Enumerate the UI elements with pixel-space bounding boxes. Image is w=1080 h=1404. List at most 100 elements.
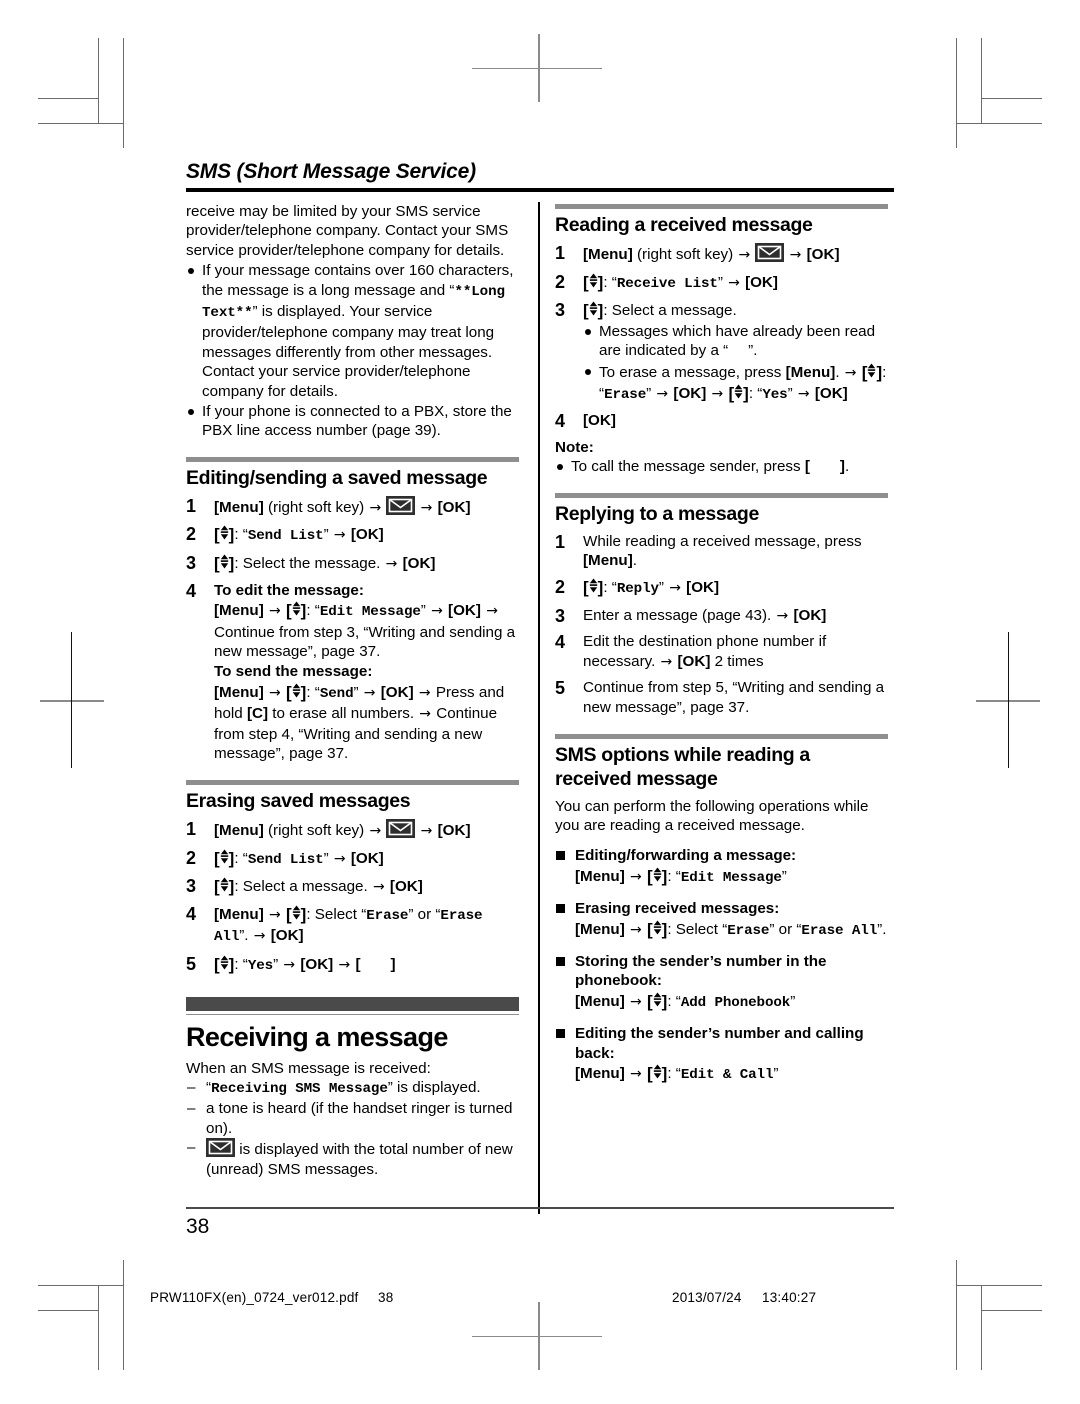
- key-label: [OK]: [350, 526, 384, 544]
- heading-reading-received: Reading a received message: [555, 214, 813, 236]
- text-run: (right soft key): [263, 822, 369, 839]
- arrow-icon: →: [269, 906, 281, 923]
- list-item: is displayed with the total number of ne…: [186, 1138, 519, 1179]
- crop-mark-tr-h1: [956, 123, 1042, 124]
- text-run: : “: [667, 867, 681, 885]
- text-run: [706, 385, 710, 402]
- key-label: [OK]: [793, 606, 827, 624]
- printer-footer-page: 38: [378, 1290, 394, 1305]
- display-string: Send: [319, 685, 354, 702]
- numbered-step: 2 []: “Receive List” → [OK]: [555, 272, 888, 295]
- arrow-icon: →: [431, 603, 443, 620]
- arrow-icon: →: [363, 684, 376, 701]
- reg-mark-top-h: [472, 68, 602, 69]
- crop-mark-tl-v1: [123, 38, 124, 148]
- heading-sms-options: SMS options while reading a received mes…: [555, 743, 810, 790]
- steps-reading-received: 1 [Menu] (right soft key) → → [OK] 2[]: “R…: [555, 243, 888, 431]
- arrow-icon: →: [630, 868, 642, 885]
- key-label: [OK]: [402, 555, 436, 573]
- step-text: [Menu] (right soft key) → → [OK]: [214, 495, 519, 519]
- display-string: Send List: [247, 851, 324, 868]
- step-number: 1: [555, 243, 566, 263]
- step-text: []: “Receive List” → [OK]: [583, 272, 888, 295]
- list-item: Storing the sender’s number in the phone…: [555, 952, 888, 1013]
- numbered-step: 2 []: “Reply” → [OK]: [555, 577, 888, 600]
- reg-mark-left-v: [71, 632, 72, 768]
- display-string: Receive List: [616, 275, 718, 292]
- text-run: ”: [787, 385, 797, 402]
- heading-replying: Replying to a message: [555, 502, 759, 525]
- text-run: .: [844, 458, 850, 476]
- list-item: a tone is heard (if the handset ringer i…: [186, 1099, 519, 1138]
- arrow-icon: →: [419, 706, 432, 723]
- key-label: [Menu]: [575, 867, 625, 885]
- arrow-icon: →: [711, 386, 724, 402]
- inline-heading: Editing/forwarding a message:: [575, 847, 797, 865]
- numbered-step: 4 To edit the message: [Menu] → []: “Edit …: [186, 581, 519, 764]
- arrow-icon: →: [420, 823, 433, 839]
- navigator-up-down-icon: []: [214, 954, 235, 974]
- step-number: 4: [186, 580, 197, 601]
- subhead-bar-replying: [555, 492, 888, 498]
- arrow-icon: →: [669, 580, 681, 596]
- key-label: [Menu]: [214, 498, 264, 516]
- step-number: 4: [555, 411, 566, 432]
- envelope-icon: [386, 819, 416, 838]
- envelope-icon: [386, 495, 416, 515]
- list-item: If your message contains over 160 charac…: [186, 261, 519, 401]
- numbered-step: 3[]: Select a message. Messages which hav…: [555, 300, 888, 405]
- step-number: 3: [555, 605, 566, 626]
- numbered-step: 3 []: Select a message. → [OK]: [186, 876, 519, 898]
- numbered-step: 5 Continue from step 5, “Writing and send…: [555, 678, 888, 717]
- text-run: ”: [323, 849, 333, 867]
- footer-rule: [186, 1207, 894, 1209]
- text-run: [784, 246, 788, 263]
- text-run: : “: [748, 385, 763, 402]
- text-run: ” or “: [408, 905, 441, 923]
- numbered-step: 3 Enter a message (page 43). → [OK]: [555, 606, 888, 627]
- subhead-bar-options: [555, 733, 888, 739]
- text-run: ”: [790, 992, 796, 1010]
- navigator-up-down-icon: []: [285, 904, 307, 924]
- step-number: 1: [186, 495, 197, 516]
- arrow-icon: →: [269, 684, 281, 701]
- list-item: To erase a message, press [Menu]. → []: …: [583, 362, 888, 406]
- step-number: 5: [186, 953, 197, 974]
- text-run: : “: [234, 849, 248, 867]
- key-label: [OK]: [380, 683, 414, 701]
- text-run: ”: [717, 273, 728, 291]
- key-label: [OK]: [806, 246, 840, 263]
- printer-footer-filename: PRW110FX(en)_0724_ver012.pdf: [150, 1290, 359, 1305]
- arrow-icon: →: [269, 603, 281, 620]
- display-string: Edit Message: [319, 604, 421, 621]
- crop-mark-tr-h2: [981, 98, 1042, 99]
- arrow-icon: →: [333, 527, 346, 544]
- crop-mark-tr-v1: [956, 38, 957, 148]
- header-rule: [186, 188, 894, 192]
- step-number: 2: [186, 847, 197, 868]
- step-text: Continue from step 5, “Writing and sendi…: [583, 678, 888, 717]
- subhead-bar-erasing: [186, 780, 519, 785]
- navigator-up-down-icon: []: [583, 578, 604, 597]
- text-run: ”: [273, 955, 283, 973]
- numbered-step: 1 While reading a received message, press…: [555, 532, 888, 571]
- step-text: [Menu] (right soft key) → → [OK]: [214, 819, 519, 842]
- sms-options-list: Editing/forwarding a message: [Menu] → []…: [555, 846, 888, 1085]
- manual-page: SMS (Short Message Service) receive may …: [186, 160, 894, 1238]
- steps-erasing-saved: 1 [Menu] (right soft key) → → [OK] 2[]: “S…: [186, 819, 519, 977]
- envelope-icon: [206, 1138, 235, 1158]
- step-text: [Menu] (right soft key) → → [OK]: [583, 243, 888, 266]
- navigator-up-down-icon: []: [646, 1064, 668, 1084]
- key-label: [Menu]: [785, 363, 836, 381]
- display-string: Yes: [762, 387, 788, 403]
- key-label: [OK]: [686, 579, 720, 596]
- navigator-up-down-icon: []: [214, 554, 235, 574]
- numbered-step: 3 []: Select the message. → [OK]: [186, 553, 519, 575]
- text-run: Continue from step 5, “Writing and sendi…: [583, 679, 885, 716]
- step-text: [OK]: [583, 411, 888, 431]
- arrow-icon: →: [372, 879, 385, 896]
- step-text: []: Select the message. → [OK]: [214, 553, 519, 575]
- key-label: [Menu]: [214, 683, 264, 701]
- major-rule-receiving: [186, 1013, 519, 1015]
- numbered-step: 4 [Menu] → []: Select “Erase” or “Erase A…: [186, 904, 519, 948]
